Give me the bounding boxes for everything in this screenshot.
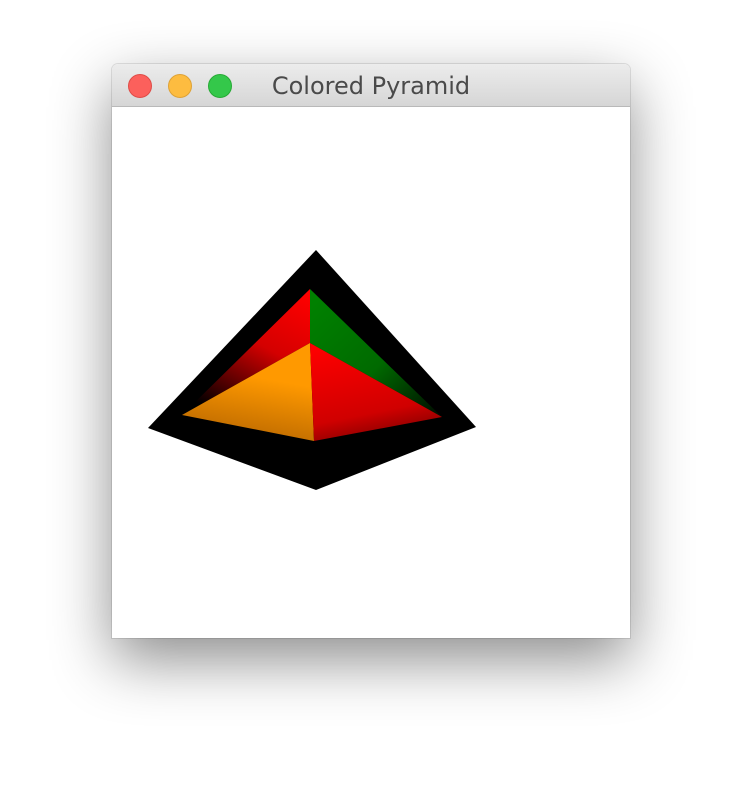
app-window: Colored Pyramid xyxy=(112,64,630,638)
title-bar[interactable]: Colored Pyramid xyxy=(112,64,630,107)
window-title: Colored Pyramid xyxy=(271,72,471,100)
render-canvas xyxy=(112,107,630,638)
pyramid-scene xyxy=(148,250,476,490)
